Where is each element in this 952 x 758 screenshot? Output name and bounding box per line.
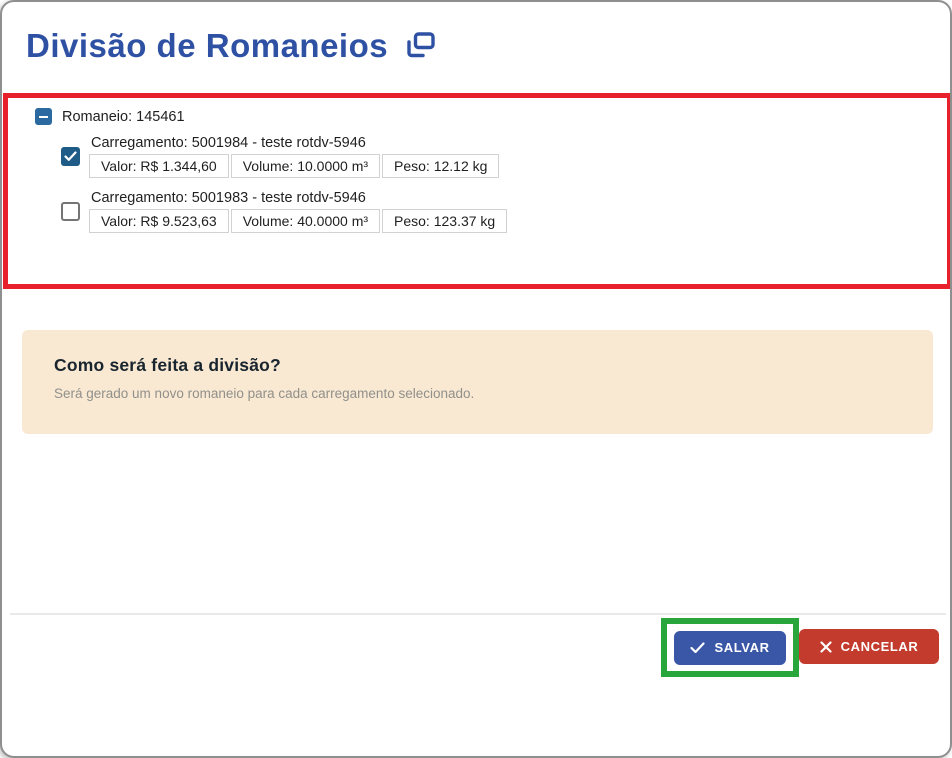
info-box-title: Como será feita a divisão? [54,355,281,375]
page-title: Divisão de Romaneios [26,24,436,68]
carregamento-item: Carregamento: 5001984 - teste rotdv-5946… [61,135,501,178]
check-icon [64,151,77,161]
stat-volume: Volume: 10.0000 m³ [230,154,381,178]
stat-volume: Volume: 40.0000 m³ [230,209,381,233]
info-box-description: Será gerado um novo romaneio para cada c… [54,386,475,401]
cancel-button[interactable]: CANCELAR [799,629,939,664]
carregamento-2-stats: Valor: R$ 9.523,63 Volume: 40.0000 m³ Pe… [89,209,509,233]
stat-valor: Valor: R$ 1.344,60 [89,154,229,178]
check-icon [690,641,706,653]
carregamento-1-label: Carregamento: 5001984 - teste rotdv-5946 [91,135,366,151]
carregamento-1-checkbox[interactable] [61,147,80,166]
stat-peso: Peso: 123.37 kg [382,209,508,233]
duplicate-stack-icon [404,30,436,68]
stat-peso: Peso: 12.12 kg [382,154,500,178]
cancel-button-label: CANCELAR [840,639,919,654]
carregamento-2-label: Carregamento: 5001983 - teste rotdv-5946 [91,190,366,206]
annotation-green-box: SALVAR [661,618,799,677]
close-icon [820,640,832,653]
carregamento-1-stats: Valor: R$ 1.344,60 Volume: 10.0000 m³ Pe… [89,154,501,178]
tree-row-romaneio: Romaneio: 145461 [35,108,185,125]
stat-valor: Valor: R$ 9.523,63 [89,209,229,233]
division-info-box: Como será feita a divisão? Será gerado u… [22,330,933,434]
minus-icon [39,115,48,118]
carregamento-item: Carregamento: 5001983 - teste rotdv-5946… [61,190,509,233]
save-button[interactable]: SALVAR [674,630,786,665]
footer-divider [10,613,946,615]
page-title-text: Divisão de Romaneios [26,27,389,64]
carregamento-2-checkbox[interactable] [61,202,80,221]
romaneio-label: Romaneio: 145461 [62,108,185,125]
save-button-label: SALVAR [714,640,770,655]
collapse-toggle[interactable] [35,108,52,125]
division-modal: Divisão de Romaneios Romaneio: 145461 Ca… [0,0,952,758]
